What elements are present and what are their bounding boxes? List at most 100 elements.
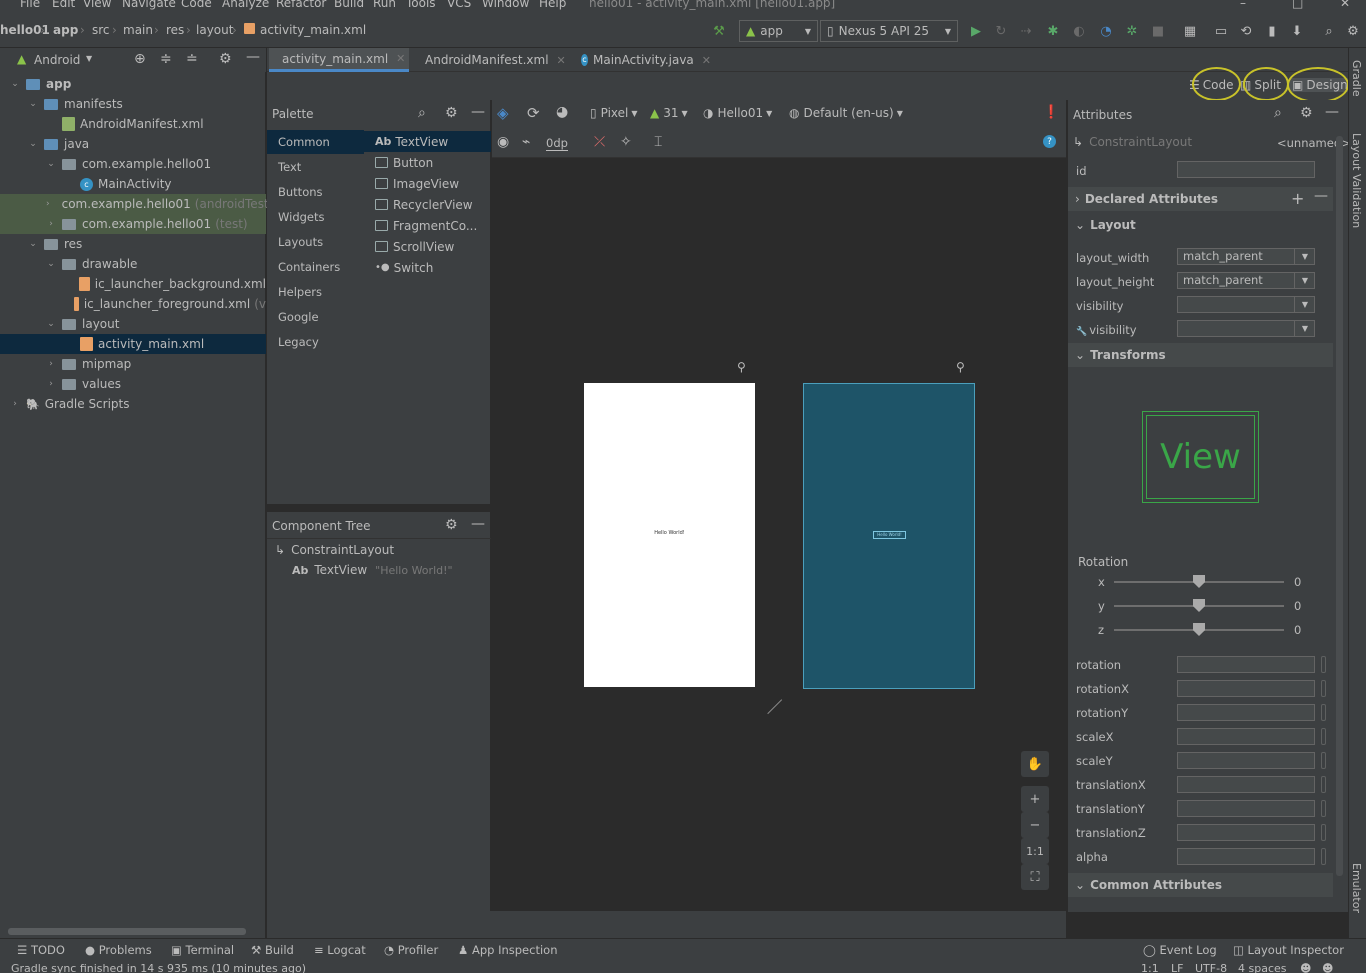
run-icon[interactable]: ▶ (967, 22, 985, 40)
search-icon[interactable]: ⌕ (1274, 105, 1282, 121)
declared-attributes-section[interactable]: › Declared Attributes + — (1068, 187, 1333, 211)
tree-item[interactable]: ⌄ res (0, 234, 266, 254)
help-icon[interactable]: ? (1043, 135, 1056, 148)
tab-activity-main[interactable]: activity_main.xml ✕ (269, 48, 409, 72)
breadcrumb-app[interactable]: app (53, 23, 78, 37)
indent-setting[interactable]: 4 spaces (1238, 962, 1287, 973)
palette-item[interactable]: ScrollView (375, 236, 454, 257)
palette-category[interactable]: Widgets (267, 205, 364, 229)
blueprint-preview[interactable]: Hello World! (803, 383, 975, 689)
emulator-tool-tab[interactable]: Emulator (1350, 863, 1363, 913)
tree-item[interactable]: ⌄ manifests (0, 94, 266, 114)
app-inspection-tool-button[interactable]: ♟ App Inspection (458, 943, 558, 957)
stop-icon[interactable]: ■ (1149, 22, 1167, 40)
avd-icon[interactable]: ▮ (1263, 22, 1281, 40)
view-options-icon[interactable]: ◉ (497, 134, 509, 150)
zoom-in-icon[interactable]: + (1021, 786, 1049, 812)
device-select[interactable]: ▯ Nexus 5 API 25 ▼ (820, 20, 958, 42)
resource-picker-button[interactable] (1321, 800, 1326, 817)
palette-item[interactable]: RecyclerView (375, 194, 473, 215)
gear-icon[interactable]: ⚙ (445, 517, 458, 533)
gear-icon[interactable]: ⚙ (219, 51, 232, 67)
close-tab-icon[interactable]: ✕ (702, 54, 711, 67)
sync-icon[interactable]: ⟲ (1237, 22, 1255, 40)
profile-icon[interactable]: ◔ (1097, 22, 1115, 40)
palette-category[interactable]: Common (267, 130, 364, 154)
chevron-down-icon[interactable]: ▼ (1294, 296, 1315, 313)
resource-picker-button[interactable] (1321, 752, 1326, 769)
chevron-down-icon[interactable]: ▼ (1294, 320, 1315, 337)
breadcrumb-layout[interactable]: layout (196, 23, 233, 37)
palette-category[interactable]: Helpers (267, 280, 364, 304)
resource-picker-button[interactable] (1321, 656, 1326, 673)
hello-world-text[interactable]: Hello World! (584, 530, 755, 536)
logcat-tool-button[interactable]: ≡ Logcat (314, 943, 366, 957)
menu-tools[interactable]: Tools (406, 0, 436, 10)
tree-item[interactable]: › mipmap (0, 354, 266, 374)
api-level-select[interactable]: ▲ 31 ▼ (650, 106, 688, 120)
locale-select[interactable]: ◍ Default (en-us) ▼ (789, 106, 903, 120)
hide-panel-icon[interactable]: — (246, 49, 260, 65)
palette-category[interactable]: Layouts (267, 230, 364, 254)
palette-category[interactable]: Google (267, 305, 364, 329)
attribute-field[interactable] (1177, 680, 1315, 697)
palette-item[interactable]: Button (375, 152, 433, 173)
orientation-icon[interactable]: ⟳ (527, 104, 540, 122)
hide-panel-icon[interactable]: — (471, 516, 485, 532)
splitter[interactable] (267, 504, 491, 512)
hello-world-blueprint[interactable]: Hello World! (873, 531, 906, 539)
chevron-down-icon[interactable]: ▼ (1294, 272, 1315, 289)
chevron-down-icon[interactable]: ⌄ (28, 239, 38, 249)
menu-build[interactable]: Build (334, 0, 364, 10)
attribute-field[interactable] (1177, 800, 1315, 817)
pan-hand-icon[interactable]: ✋ (1021, 751, 1049, 777)
attribute-field[interactable] (1177, 656, 1315, 673)
chevron-right-icon[interactable]: › (46, 379, 56, 389)
debug-icon[interactable]: ✱ (1044, 22, 1062, 40)
chevron-down-icon[interactable]: ⌄ (10, 79, 20, 89)
infer-constraints-icon[interactable]: ✧ (620, 134, 632, 150)
warning-icon[interactable]: ❗ (1043, 105, 1059, 120)
add-attribute-icon[interactable]: + (1291, 189, 1304, 208)
face-icon[interactable]: ☻ (1322, 962, 1333, 973)
tab-main-activity[interactable]: c MainActivity.java ✕ (573, 48, 719, 72)
tree-item[interactable]: › 🐘 Gradle Scripts (0, 394, 266, 414)
chevron-right-icon[interactable]: › (46, 219, 56, 229)
breadcrumb-src[interactable]: src (92, 23, 110, 37)
file-encoding[interactable]: UTF-8 (1195, 962, 1227, 973)
rotation-slider-thumb[interactable] (1193, 623, 1205, 636)
hammer-icon[interactable]: ⚒ (710, 22, 728, 40)
clear-constraints-icon[interactable]: ⤫ (594, 134, 605, 150)
tree-item[interactable]: › com.example.hello01 (test) (0, 214, 266, 234)
palette-category[interactable]: Containers (267, 255, 364, 279)
tree-item[interactable]: c MainActivity (0, 174, 266, 194)
tree-node-textview[interactable]: Ab TextView "Hello World!" (292, 563, 453, 577)
tree-item[interactable]: ⌄ app (0, 74, 266, 94)
chevron-down-icon[interactable]: ⌄ (28, 99, 38, 109)
id-field[interactable] (1177, 161, 1315, 178)
common-attributes-section[interactable]: ⌄ Common Attributes (1068, 873, 1333, 897)
remove-attribute-icon[interactable]: — (1314, 188, 1328, 204)
attribute-field[interactable] (1177, 824, 1315, 841)
rerun-icon[interactable]: ↻ (992, 22, 1010, 40)
resource-picker-button[interactable] (1321, 728, 1326, 745)
default-margin-select[interactable]: 0dp (546, 136, 568, 151)
chevron-right-icon[interactable]: › (10, 399, 20, 409)
locate-icon[interactable]: ⊕ (134, 51, 146, 67)
menu-view[interactable]: View (83, 0, 111, 10)
tree-item[interactable]: › com.example.hello01 (androidTest) (0, 194, 273, 214)
palette-item[interactable]: ImageView (375, 173, 459, 194)
menu-run[interactable]: Run (373, 0, 396, 10)
expand-all-icon[interactable]: ≑ (160, 51, 172, 67)
tree-item[interactable]: activity_main.xml (0, 334, 266, 354)
sdk-icon[interactable]: ⬇ (1288, 22, 1306, 40)
zoom-fit-icon[interactable]: ⛶ (1021, 864, 1049, 890)
transforms-section[interactable]: ⌄ Transforms (1068, 343, 1333, 367)
breadcrumb-main[interactable]: main (123, 23, 153, 37)
tree-item[interactable]: AndroidManifest.xml (0, 114, 266, 134)
palette-item[interactable]: FragmentCo... (375, 215, 477, 236)
hide-panel-icon[interactable]: — (1325, 104, 1339, 120)
collapse-all-icon[interactable]: ≐ (186, 51, 198, 67)
attribute-field[interactable] (1177, 752, 1315, 769)
menu-code[interactable]: Code (181, 0, 212, 10)
